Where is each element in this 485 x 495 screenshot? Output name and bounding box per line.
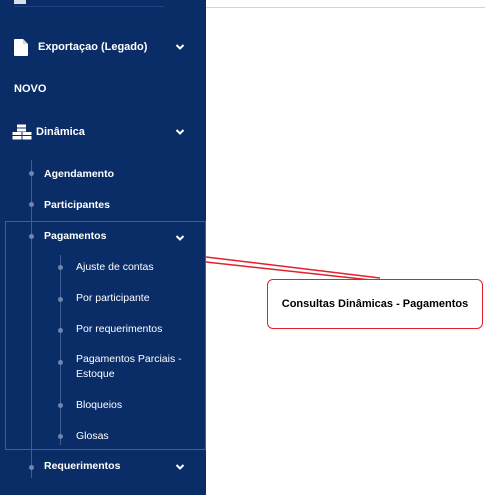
callout-box: Consultas Dinâmicas - Pagamentos (267, 279, 483, 329)
callout-leader-line (205, 256, 381, 282)
callout-text: Consultas Dinâmicas - Pagamentos (281, 298, 469, 310)
